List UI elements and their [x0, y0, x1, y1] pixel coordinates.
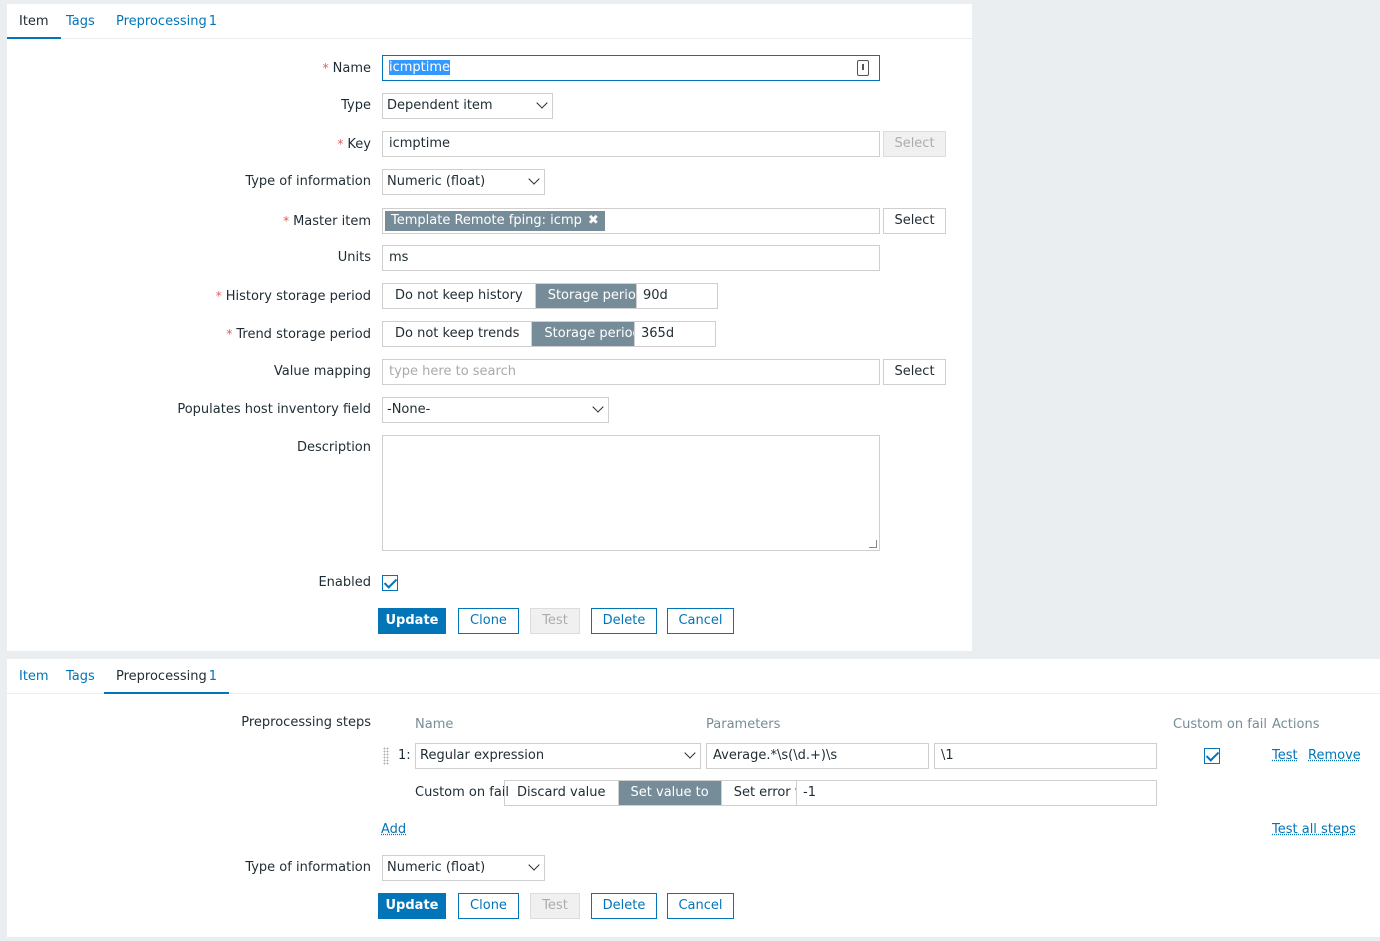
enabled-checkbox[interactable]	[382, 575, 398, 591]
type-select[interactable]: Dependent item	[382, 93, 553, 119]
clone-button[interactable]: Clone	[458, 893, 519, 919]
master-item-select-button[interactable]: Select	[883, 208, 946, 234]
custom-on-fail-value-input[interactable]: -1	[796, 780, 1157, 806]
custom-on-fail-toggle: Discard value Set value to Set error to	[504, 780, 821, 806]
chevron-down-icon	[592, 401, 604, 413]
step-test-link[interactable]: Test	[1272, 743, 1298, 769]
value-mapping-label: Value mapping	[273, 364, 371, 379]
chevron-down-icon	[528, 859, 540, 871]
chevron-down-icon	[528, 173, 540, 185]
type-of-information-select[interactable]: Numeric (float)	[382, 855, 545, 881]
master-item-label: * Master item	[283, 214, 371, 229]
history-period-input[interactable]: 90d	[636, 283, 718, 309]
add-step-link[interactable]: Add	[381, 817, 406, 843]
step-custom-on-fail-checkbox[interactable]	[1204, 748, 1220, 764]
tab-tags[interactable]: Tags	[54, 4, 107, 39]
value-mapping-select-button[interactable]: Select	[883, 359, 946, 385]
step-remove-link[interactable]: Remove	[1308, 743, 1361, 769]
tab-item[interactable]: Item	[7, 4, 61, 39]
units-label: Units	[337, 250, 371, 265]
tab-preprocessing[interactable]: Preprocessing 1	[104, 659, 230, 694]
tab-tags[interactable]: Tags	[54, 659, 107, 694]
tab-bar: Item Tags Preprocessing 1	[7, 659, 1380, 694]
column-custom-on-fail: Custom on fail	[1173, 717, 1268, 732]
chevron-down-icon	[684, 747, 696, 759]
tab-bar: Item Tags Preprocessing 1	[7, 4, 972, 39]
history-toggle: Do not keep history Storage period	[382, 283, 658, 309]
remove-icon[interactable]: ✖	[588, 213, 599, 228]
name-label: * Name	[322, 61, 371, 76]
master-item-chip: Template Remote fping: icmp ✖	[385, 211, 605, 231]
description-textarea[interactable]	[382, 435, 880, 551]
delete-button[interactable]: Delete	[591, 608, 657, 634]
step-param-pattern[interactable]: Average.*\s(\d.+)\s	[706, 743, 929, 769]
inventory-label: Populates host inventory field	[177, 402, 371, 417]
type-of-information-select[interactable]: Numeric (float)	[382, 169, 545, 195]
column-parameters: Parameters	[706, 717, 781, 732]
cancel-button[interactable]: Cancel	[667, 608, 734, 634]
test-button[interactable]: Test	[530, 608, 580, 634]
update-button[interactable]: Update	[378, 608, 446, 634]
update-button[interactable]: Update	[378, 893, 446, 919]
type-of-information-label: Type of information	[245, 860, 371, 875]
key-label: * Key	[337, 137, 371, 152]
step-name-select[interactable]: Regular expression	[415, 743, 701, 769]
cancel-button[interactable]: Cancel	[667, 893, 734, 919]
test-all-steps-link[interactable]: Test all steps	[1272, 817, 1356, 843]
custom-on-fail-label: Custom on fail	[415, 785, 510, 800]
history-do-not-keep[interactable]: Do not keep history	[383, 284, 536, 308]
value-mapping-input[interactable]: type here to search	[382, 359, 880, 385]
resize-handle-icon[interactable]	[869, 540, 877, 548]
name-input[interactable]: icmptime	[382, 55, 880, 81]
clone-button[interactable]: Clone	[458, 608, 519, 634]
type-of-information-label: Type of information	[245, 174, 371, 189]
macro-icon[interactable]	[857, 60, 869, 76]
column-actions: Actions	[1272, 717, 1320, 732]
column-name: Name	[415, 717, 454, 732]
drag-handle-icon[interactable]	[383, 747, 389, 765]
tab-preprocessing[interactable]: Preprocessing 1	[104, 4, 229, 39]
set-value-to-option[interactable]: Set value to	[618, 781, 722, 805]
chevron-down-icon	[536, 97, 548, 109]
key-input[interactable]: icmptime	[382, 131, 880, 157]
preprocessing-steps-label: Preprocessing steps	[241, 715, 371, 730]
step-param-output[interactable]: \1	[934, 743, 1157, 769]
description-label: Description	[296, 440, 371, 455]
step-number: 1:	[398, 748, 411, 763]
key-select-button[interactable]: Select	[883, 131, 946, 157]
trend-do-not-keep[interactable]: Do not keep trends	[383, 322, 533, 346]
trend-toggle: Do not keep trends Storage period	[382, 321, 654, 347]
tab-item[interactable]: Item	[7, 659, 61, 694]
trend-period-input[interactable]: 365d	[634, 321, 716, 347]
preprocessing-panel: Item Tags Preprocessing 1 Preprocessing s…	[7, 659, 1380, 937]
enabled-label: Enabled	[318, 575, 371, 590]
history-label: * History storage period	[215, 289, 371, 304]
discard-value-option[interactable]: Discard value	[505, 781, 619, 805]
inventory-select[interactable]: -None-	[382, 397, 609, 423]
type-label: Type	[341, 98, 371, 113]
item-form-panel: Item Tags Preprocessing 1 * Name icmptime …	[7, 4, 972, 651]
units-input[interactable]: ms	[382, 245, 880, 271]
trend-label: * Trend storage period	[226, 327, 371, 342]
test-button[interactable]: Test	[530, 893, 580, 919]
delete-button[interactable]: Delete	[591, 893, 657, 919]
